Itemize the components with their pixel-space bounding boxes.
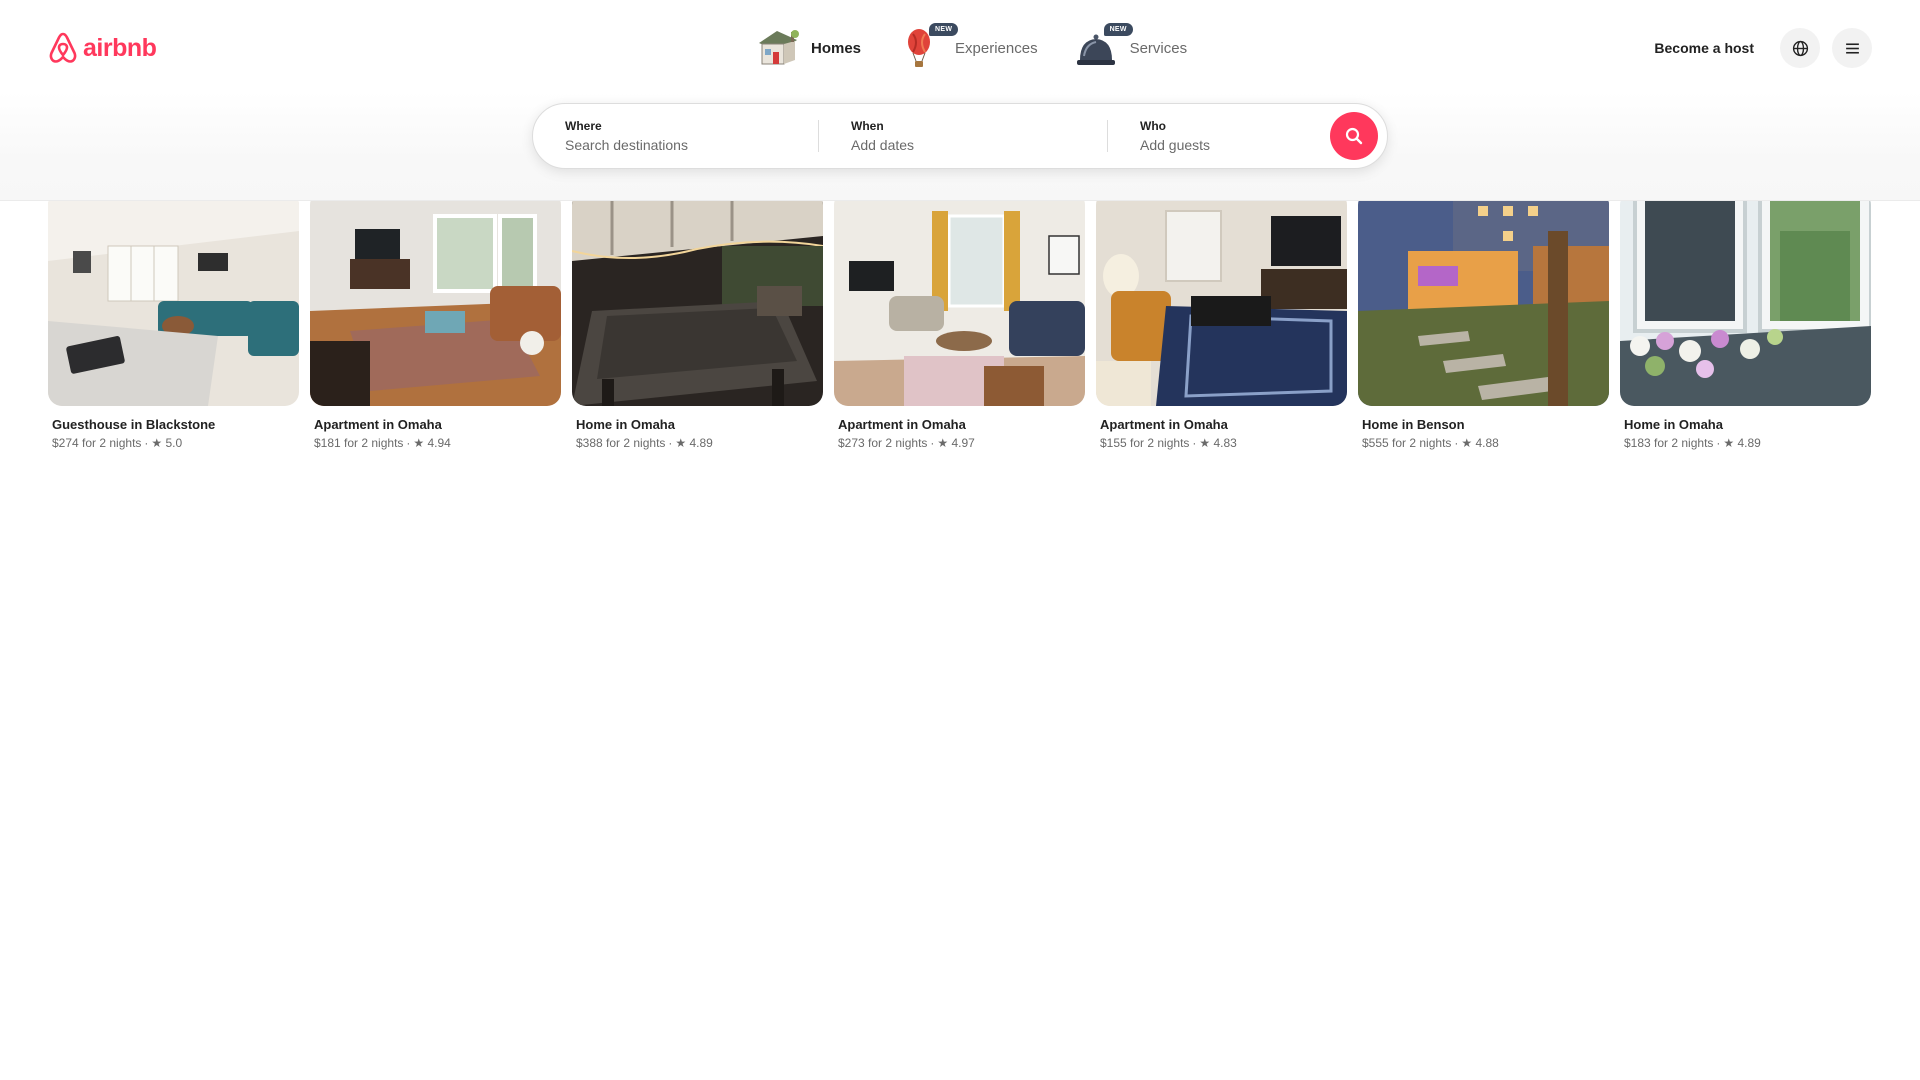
listing-title: Home in Benson bbox=[1362, 417, 1465, 432]
category-nav: Homes NEW Experiences NEW Services bbox=[755, 23, 1188, 72]
listing-title: Apartment in Omaha bbox=[314, 417, 442, 432]
listing-card[interactable]: Home in Omaha $183 for 2 nights · ★ 4.89 bbox=[1620, 191, 1871, 450]
hot-air-balloon-icon: NEW bbox=[899, 23, 959, 70]
listing-photo[interactable] bbox=[834, 191, 1085, 406]
listing-card[interactable]: Home in Omaha $388 for 2 nights · ★ 4.89 bbox=[572, 191, 823, 450]
tab-services-label: Services bbox=[1129, 39, 1188, 57]
new-badge: NEW bbox=[929, 23, 959, 36]
listing-rating: ★ 4.97 bbox=[937, 436, 975, 450]
who-field[interactable]: Who Add guests bbox=[1108, 103, 1330, 169]
when-placeholder: Add dates bbox=[851, 137, 915, 153]
header-actions: Become a host bbox=[1640, 28, 1872, 68]
main-menu-button[interactable] bbox=[1832, 28, 1872, 68]
listing-photo[interactable] bbox=[572, 191, 823, 406]
when-field[interactable]: When Add dates bbox=[819, 103, 1107, 169]
search-button[interactable] bbox=[1330, 112, 1378, 160]
service-bell-icon: NEW bbox=[1074, 23, 1133, 70]
listing-photo[interactable] bbox=[1096, 191, 1347, 406]
listing-rating: ★ 4.89 bbox=[675, 436, 713, 450]
meta-separator: · bbox=[1716, 436, 1721, 450]
meta-separator: · bbox=[1454, 436, 1459, 450]
tab-services[interactable]: NEW Services bbox=[1074, 23, 1188, 72]
listing-meta: $274 for 2 nights · ★ 5.0 bbox=[48, 436, 299, 450]
listing-photo[interactable] bbox=[48, 191, 299, 406]
listing-photo[interactable] bbox=[1620, 191, 1871, 406]
meta-separator: · bbox=[406, 436, 411, 450]
airbnb-logo-icon bbox=[49, 32, 77, 63]
listing-meta: $273 for 2 nights · ★ 4.97 bbox=[834, 436, 1085, 450]
listing-price: $555 for 2 nights bbox=[1362, 436, 1452, 450]
listing-meta: $183 for 2 nights · ★ 4.89 bbox=[1620, 436, 1871, 450]
who-placeholder: Add guests bbox=[1140, 137, 1211, 153]
listing-meta: $555 for 2 nights · ★ 4.88 bbox=[1358, 436, 1609, 450]
listing-card[interactable]: Guesthouse in Blackstone $274 for 2 nigh… bbox=[48, 191, 299, 450]
language-button[interactable] bbox=[1780, 28, 1820, 68]
tab-experiences[interactable]: NEW Experiences bbox=[899, 23, 1038, 72]
site-header: airbnb Homes NEW Experiences NEW Service… bbox=[0, 0, 1920, 201]
where-field[interactable]: Where Search destinations bbox=[533, 103, 818, 169]
listing-meta: $388 for 2 nights · ★ 4.89 bbox=[572, 436, 823, 450]
listing-price: $273 for 2 nights bbox=[838, 436, 928, 450]
where-label: Where bbox=[565, 119, 602, 133]
listing-photo[interactable] bbox=[1358, 191, 1609, 406]
listing-photo[interactable] bbox=[310, 191, 561, 406]
become-host-link[interactable]: Become a host bbox=[1640, 28, 1768, 68]
meta-separator: · bbox=[930, 436, 935, 450]
listing-meta: $181 for 2 nights · ★ 4.94 bbox=[310, 436, 561, 450]
when-label: When bbox=[851, 119, 884, 133]
tab-homes-label: Homes bbox=[811, 39, 862, 57]
where-placeholder: Search destinations bbox=[565, 137, 688, 153]
who-label: Who bbox=[1140, 119, 1166, 133]
listing-rating: ★ 4.88 bbox=[1461, 436, 1499, 450]
tab-homes[interactable]: Homes bbox=[755, 24, 861, 72]
airbnb-logo[interactable]: airbnb bbox=[47, 30, 157, 66]
listing-price: $181 for 2 nights bbox=[314, 436, 404, 450]
listing-rating: ★ 4.94 bbox=[413, 436, 451, 450]
listing-price: $183 for 2 nights bbox=[1624, 436, 1714, 450]
listing-price: $155 for 2 nights bbox=[1100, 436, 1190, 450]
search-bar: Where Search destinations When Add dates… bbox=[532, 103, 1388, 169]
brand-name: airbnb bbox=[83, 33, 157, 62]
listing-rating: ★ 5.0 bbox=[151, 436, 183, 450]
listing-rating: ★ 4.83 bbox=[1199, 436, 1237, 450]
meta-separator: · bbox=[668, 436, 673, 450]
listing-meta: $155 for 2 nights · ★ 4.83 bbox=[1096, 436, 1347, 450]
listing-card[interactable]: Apartment in Omaha $273 for 2 nights · ★… bbox=[834, 191, 1085, 450]
listing-card[interactable]: Home in Benson $555 for 2 nights · ★ 4.8… bbox=[1358, 191, 1609, 450]
listings-row: Guesthouse in Blackstone $274 for 2 nigh… bbox=[48, 191, 1872, 450]
listing-price: $274 for 2 nights bbox=[52, 436, 142, 450]
tab-experiences-label: Experiences bbox=[955, 39, 1038, 57]
listing-title: Guesthouse in Blackstone bbox=[52, 417, 216, 432]
listing-title: Apartment in Omaha bbox=[838, 417, 966, 432]
listing-card[interactable]: Apartment in Omaha $181 for 2 nights · ★… bbox=[310, 191, 561, 450]
hamburger-menu-icon bbox=[1845, 42, 1859, 54]
meta-separator: · bbox=[1192, 436, 1197, 450]
listing-price: $388 for 2 nights bbox=[576, 436, 666, 450]
globe-icon bbox=[1792, 40, 1808, 56]
listing-title: Home in Omaha bbox=[1624, 417, 1723, 432]
listing-card[interactable]: Apartment in Omaha $155 for 2 nights · ★… bbox=[1096, 191, 1347, 450]
house-icon bbox=[755, 26, 801, 70]
search-icon bbox=[1345, 127, 1363, 145]
new-badge: NEW bbox=[1103, 23, 1133, 36]
meta-separator: · bbox=[144, 436, 149, 450]
listing-title: Home in Omaha bbox=[576, 417, 675, 432]
listing-title: Apartment in Omaha bbox=[1100, 417, 1228, 432]
listing-rating: ★ 4.89 bbox=[1723, 436, 1761, 450]
